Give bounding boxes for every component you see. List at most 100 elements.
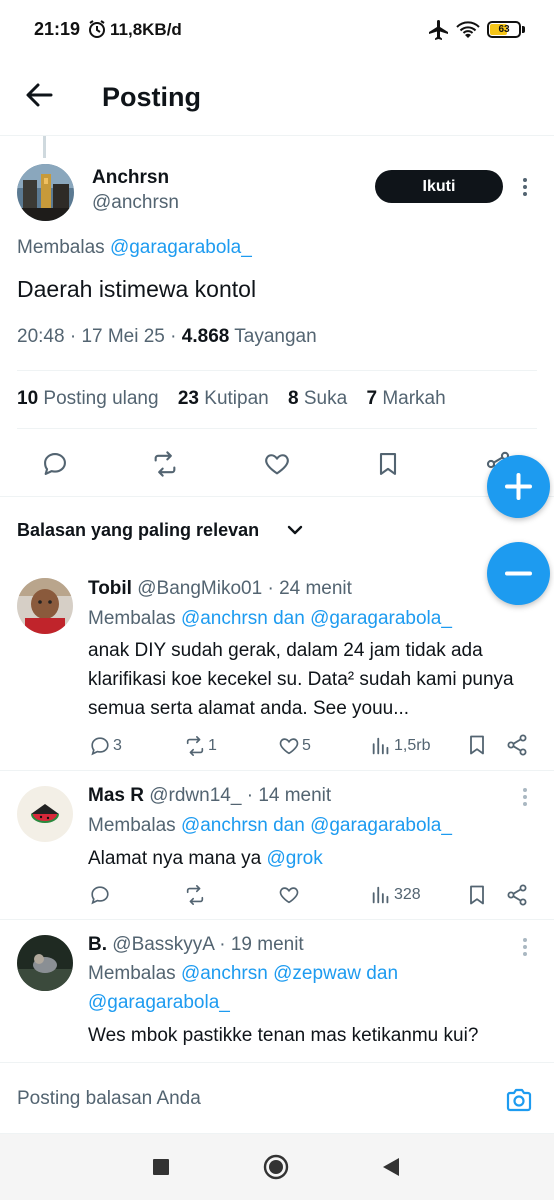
heart-icon (279, 738, 299, 755)
chevron-down-icon[interactable] (284, 519, 306, 541)
back-arrow-icon[interactable] (22, 78, 56, 112)
reply-like-button[interactable] (278, 883, 302, 907)
reply-separator: · (219, 934, 226, 955)
reply-composer[interactable]: Posting balasan Anda (0, 1062, 554, 1134)
post-meta: 20:48 · 17 Mei 25 · 4.868 Tayangan (17, 326, 317, 347)
replying-to-mentions[interactable]: @anchrsn @zepwaw dan (181, 963, 398, 984)
page-title: Posting (102, 82, 201, 112)
battery-indicator: 63 (487, 21, 521, 38)
kebab-icon[interactable] (516, 176, 534, 198)
stat-reposts[interactable]: 10 Posting ulang (17, 388, 159, 409)
stat-quotes[interactable]: 23 Kutipan (178, 388, 269, 409)
follow-button[interactable]: Ikuti (375, 170, 503, 203)
replying-to-label: Membalas (88, 815, 176, 836)
author-avatar[interactable] (17, 164, 74, 221)
divider (0, 770, 554, 771)
repost-icon (186, 885, 204, 905)
status-bar: 21:19 11,8KB/d 63 (0, 0, 554, 60)
reply-author-handle[interactable]: @BangMiko01 (137, 578, 262, 599)
replying-to-label: Membalas (17, 237, 105, 258)
reply-like-button[interactable]: 5 (278, 734, 311, 758)
reply-avatar[interactable] (17, 935, 73, 991)
reply-icon[interactable] (41, 450, 69, 478)
kebab-icon[interactable] (516, 786, 534, 808)
minus-icon (505, 571, 532, 576)
reply-comment-button[interactable] (89, 883, 113, 907)
reply-text-mention[interactable]: @grok (266, 848, 322, 869)
stat-bookmarks-label: Markah (382, 388, 446, 409)
divider (17, 428, 537, 429)
reply-sort-selector[interactable]: Balasan yang paling relevan (17, 520, 259, 541)
reply-author-name[interactable]: Mas R (88, 785, 144, 806)
reply-input[interactable]: Posting balasan Anda (17, 1088, 201, 1110)
reply-author-handle[interactable]: @rdwn14_ (149, 785, 241, 806)
reply-views-button[interactable]: 328 (370, 883, 421, 907)
stat-likes[interactable]: 8 Suka (288, 388, 347, 409)
reply-avatar[interactable] (17, 578, 73, 634)
reply-text: Wes mbok pastikke tenan mas ketikanmu ku… (88, 1025, 479, 1046)
reply-replying-to: Membalas @anchrsn dan @garagarabola_ (88, 815, 452, 837)
reply-views-button[interactable]: 1,5rb (370, 734, 430, 758)
divider (0, 919, 554, 920)
repost-count: 1 (208, 737, 217, 754)
reply-author-name[interactable]: B. (88, 934, 107, 955)
replying-to-mentions[interactable]: @garagarabola_ (88, 992, 230, 1013)
reply-header: Mas R @rdwn14_ · 14 menit (88, 785, 331, 807)
avatar-image (17, 786, 73, 842)
author-name[interactable]: Anchrsn (92, 167, 169, 189)
avatar-image (17, 578, 73, 634)
kebab-icon[interactable] (516, 936, 534, 958)
author-handle[interactable]: @anchrsn (92, 192, 179, 214)
reply-repost-button[interactable] (184, 883, 208, 907)
bookmark-icon[interactable] (465, 733, 489, 757)
stat-quotes-count: 23 (177, 388, 199, 409)
reply-text-body: Alamat nya mana ya (88, 848, 267, 869)
stat-bookmarks[interactable]: 7 Markah (366, 388, 445, 409)
reply-replying-to: Membalas @anchrsn dan @garagarabola_ (88, 608, 452, 630)
camera-icon[interactable] (505, 1086, 533, 1114)
post-time: 20:48 (17, 326, 65, 347)
reply-replying-to: Membalas @anchrsn @zepwaw dan (88, 963, 398, 985)
repost-icon (186, 736, 204, 756)
home-icon[interactable] (262, 1153, 290, 1181)
system-navigation-bar (0, 1134, 554, 1200)
post-views-count: 4.868 (181, 326, 230, 347)
replying-to-mentions[interactable]: @anchrsn dan @garagarabola_ (181, 608, 452, 629)
back-nav-icon[interactable] (380, 1156, 402, 1178)
views-count: 1,5rb (394, 737, 431, 754)
repost-icon[interactable] (151, 450, 179, 478)
stat-reposts-label: Posting ulang (43, 388, 159, 409)
reply-author-name[interactable]: Tobil (88, 578, 132, 599)
replying-to-label: Membalas (88, 963, 176, 984)
zoom-out-button[interactable] (487, 542, 550, 605)
reply-time: 19 menit (230, 934, 304, 955)
reply-time: 14 menit (258, 785, 332, 806)
views-count: 328 (394, 886, 421, 903)
share-icon[interactable] (505, 733, 529, 757)
replying-to-mentions[interactable]: @anchrsn dan @garagarabola_ (181, 815, 452, 836)
post-stats: 10 Posting ulang 23 Kutipan 8 Suka 7 Mar… (17, 388, 460, 410)
heart-icon (279, 887, 299, 904)
avatar-image (17, 935, 73, 991)
bookmark-icon[interactable] (465, 883, 489, 907)
bookmark-icon[interactable] (374, 450, 402, 478)
heart-icon[interactable] (263, 450, 291, 478)
share-icon[interactable] (505, 883, 529, 907)
reply-repost-button[interactable]: 1 (184, 734, 217, 758)
zoom-in-button[interactable] (487, 455, 550, 518)
status-speed: 11,8KB/d (110, 20, 182, 39)
airplane-mode-icon (429, 20, 448, 40)
reply-author-handle[interactable]: @BasskyyA (112, 934, 214, 955)
reply-text: anak DIY sudah gerak, dalam 24 jam tidak… (88, 640, 514, 719)
reply-icon (91, 886, 109, 905)
replying-to-mention[interactable]: @garagarabola_ (110, 237, 252, 258)
reply-comment-button[interactable]: 3 (89, 734, 122, 758)
thread-connector (43, 136, 46, 158)
replying-to: Membalas @garagarabola_ (17, 237, 252, 259)
recents-icon[interactable] (151, 1157, 171, 1177)
battery-level: 63 (498, 24, 510, 35)
reply-replying-to-cont: @garagarabola_ (88, 992, 230, 1014)
post-views-label: Tayangan (234, 326, 317, 347)
comment-count: 3 (113, 737, 122, 754)
reply-avatar[interactable] (17, 786, 73, 842)
